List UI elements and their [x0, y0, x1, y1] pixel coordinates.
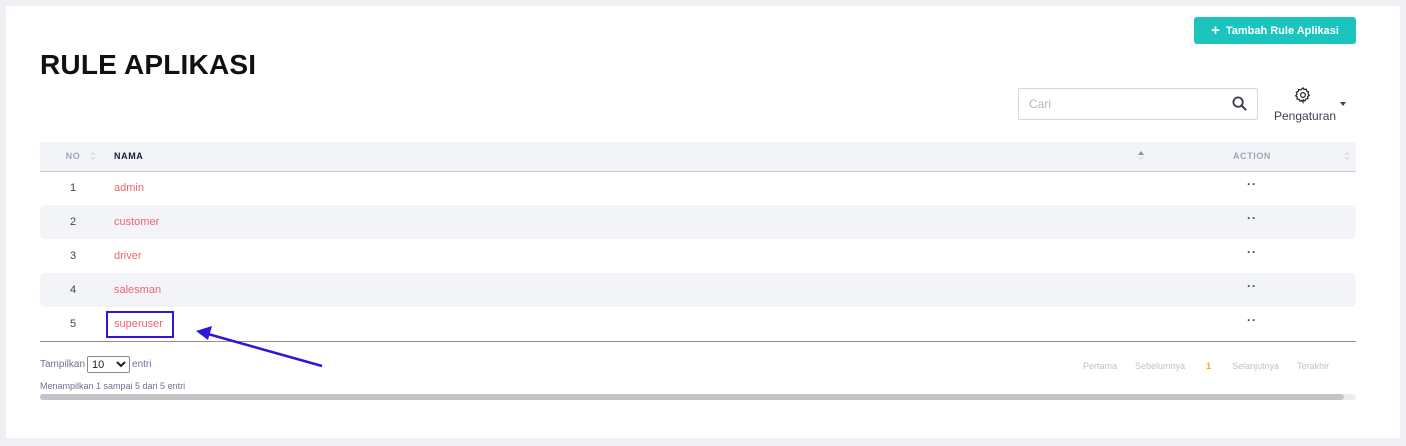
add-rule-button[interactable]: + Tambah Rule Aplikasi [1194, 17, 1356, 44]
table-row: 3 driver ·· [40, 239, 1356, 273]
plus-icon: + [1211, 22, 1220, 39]
rules-table: NO NAMA ACTION 1 admin ·· 2 customer ·· … [40, 142, 1356, 342]
horizontal-scrollbar[interactable] [40, 394, 1356, 400]
table-row: 1 admin ·· [40, 171, 1356, 205]
add-rule-button-label: Tambah Rule Aplikasi [1225, 24, 1339, 37]
row-actions-menu-icon[interactable]: ·· [1247, 245, 1257, 259]
search-input[interactable] [1029, 97, 1219, 111]
page-length-suffix: entri [132, 359, 152, 370]
column-header-action-label: ACTION [1232, 151, 1272, 162]
table-row: 2 customer ·· [40, 205, 1356, 239]
page-title: RULE APLIKASI [40, 49, 257, 80]
gear-icon [1294, 86, 1312, 109]
column-header-nama[interactable]: NAMA [106, 142, 1148, 171]
row-no: 4 [69, 284, 77, 296]
pagination-last[interactable]: Terakhir [1288, 361, 1338, 371]
row-no: 1 [69, 182, 77, 195]
page-length-prefix: Tampilkan [40, 359, 86, 370]
pagination-first[interactable]: Pertama [1074, 361, 1126, 371]
annotation-highlight-box [106, 311, 174, 338]
row-no: 2 [69, 216, 77, 228]
column-header-no[interactable]: NO [40, 142, 106, 171]
table-row: 5 superuser ·· [40, 307, 1356, 341]
caret-down-icon [1340, 102, 1346, 106]
sort-asc-icon [1138, 151, 1144, 163]
rule-name-link[interactable]: customer [114, 216, 159, 228]
page-length-control: Tampilkan 10 entri [40, 356, 151, 373]
row-actions-menu-icon[interactable]: ·· [1247, 211, 1257, 225]
table-row: 4 salesman ·· [40, 273, 1356, 307]
settings-label: Pengaturan [1274, 109, 1337, 123]
sort-icon [90, 151, 96, 163]
row-no: 3 [69, 250, 77, 262]
rule-name-link[interactable]: admin [114, 182, 144, 194]
search-box[interactable] [1018, 88, 1258, 120]
column-header-no-label: NO [65, 151, 81, 162]
row-actions-menu-icon[interactable]: ·· [1247, 313, 1257, 327]
row-actions-menu-icon[interactable]: ·· [1247, 279, 1257, 293]
column-header-action: ACTION [1148, 142, 1356, 171]
row-no: 5 [69, 317, 77, 330]
page-length-select[interactable]: 10 [87, 356, 131, 373]
rule-name-link[interactable]: salesman [114, 284, 161, 296]
column-header-nama-label: NAMA [114, 151, 144, 162]
settings-dropdown[interactable]: Pengaturan [1272, 86, 1346, 123]
rule-name-link[interactable]: driver [114, 250, 142, 262]
scrollbar-thumb[interactable] [40, 394, 1344, 400]
pagination: Pertama Sebelumnya 1 Selanjutnya Terakhi… [1074, 361, 1338, 371]
pagination-current[interactable]: 1 [1194, 361, 1223, 371]
sort-icon [1344, 151, 1350, 163]
search-icon[interactable] [1232, 96, 1247, 116]
table-info: Menampilkan 1 sampai 5 dari 5 entri [40, 381, 186, 391]
table-header-row: NO NAMA ACTION [40, 142, 1356, 171]
pagination-prev[interactable]: Sebelumnya [1126, 361, 1194, 371]
row-actions-menu-icon[interactable]: ·· [1247, 177, 1257, 191]
pagination-next[interactable]: Selanjutnya [1223, 361, 1288, 371]
